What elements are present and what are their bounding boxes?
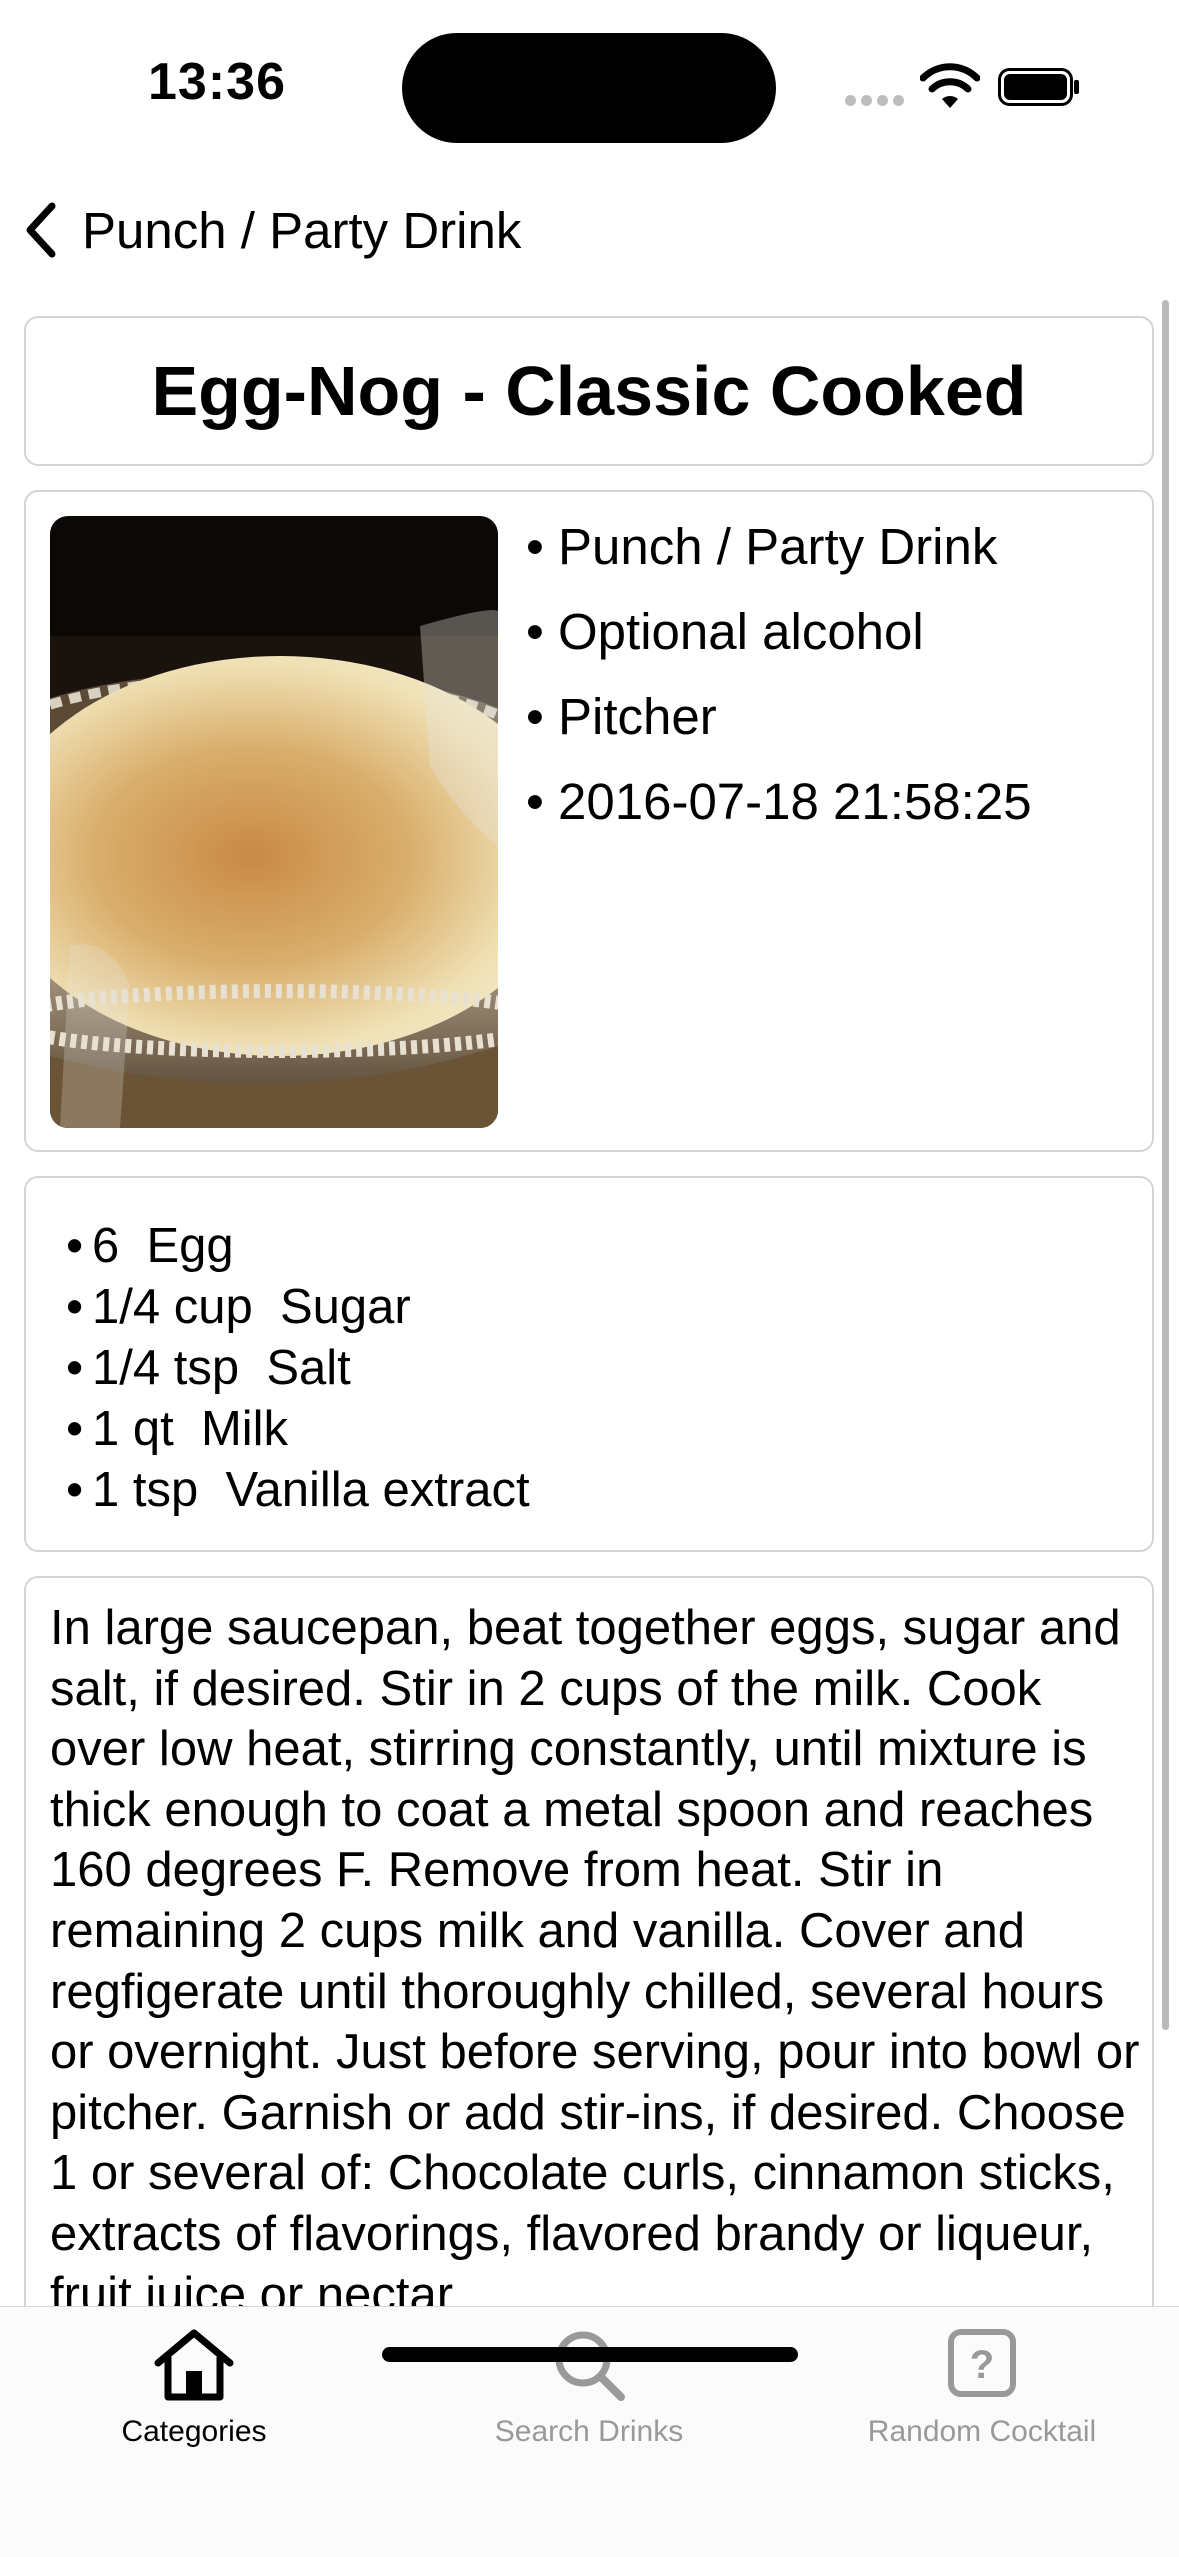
svg-text:?: ?: [970, 2343, 994, 2387]
instructions-text: In large saucepan, beat together eggs, s…: [50, 1601, 1140, 2306]
house-icon: [154, 2329, 234, 2401]
info-card: • Punch / Party Drink • Optional alcohol •…: [24, 490, 1154, 1152]
drink-detail-scroll[interactable]: Egg-Nog - Classic Cooked • Punch / Party…: [0, 310, 1179, 2306]
tab-bar: Categories Search Drinks ? Random Cockta…: [0, 2306, 1179, 2557]
meta-alcoholic: • Optional alcohol: [526, 603, 924, 660]
ingredients-list: • 6 Egg • 1/4 cup Sugar • 1/4 tsp Salt • 1 q…: [66, 1216, 530, 1521]
drink-photo: [50, 516, 498, 1128]
chevron-left-icon: [26, 202, 56, 258]
meta-date-modified: • 2016-07-18 21:58:25: [526, 773, 1032, 830]
ingredient-item: • 6 Egg: [66, 1219, 234, 1273]
tab-label: Search Drinks: [494, 2415, 684, 2448]
wifi-icon: [920, 63, 980, 108]
ingredients-card: • 6 Egg • 1/4 cup Sugar • 1/4 tsp Salt • 1 q…: [24, 1176, 1154, 1552]
drink-title: Egg-Nog - Classic Cooked: [151, 352, 1027, 430]
title-card: Egg-Nog - Classic Cooked: [24, 316, 1154, 466]
battery-icon: [998, 68, 1079, 106]
home-indicator[interactable]: [382, 2347, 798, 2362]
back-button-label: Punch / Party Drink: [82, 201, 522, 259]
back-button[interactable]: Punch / Party Drink: [20, 180, 521, 280]
meta-category: • Punch / Party Drink: [526, 518, 998, 575]
tab-search-drinks[interactable]: Search Drinks: [439, 2307, 739, 2457]
dynamic-island: [402, 33, 776, 143]
ingredient-item: • 1/4 cup Sugar: [66, 1280, 411, 1334]
ingredient-item: • 1 qt Milk: [66, 1402, 289, 1456]
question-square-icon: ?: [948, 2329, 1016, 2397]
navigation-bar: Punch / Party Drink: [0, 180, 1179, 280]
tab-categories[interactable]: Categories: [44, 2307, 344, 2457]
tab-label: Random Cocktail: [867, 2415, 1097, 2448]
ingredient-item: • 1 tsp Vanilla extract: [66, 1463, 530, 1517]
tab-random-cocktail[interactable]: ? Random Cocktail: [832, 2307, 1132, 2457]
cellular-signal-icon: [845, 95, 905, 107]
scroll-indicator[interactable]: [1162, 300, 1169, 2030]
drink-image: [50, 516, 498, 1128]
meta-glass: • Pitcher: [526, 688, 717, 745]
status-time: 13:36: [148, 53, 286, 111]
drink-meta-list: • Punch / Party Drink • Optional alcohol •…: [526, 504, 1032, 844]
magnifier-icon: [555, 2331, 625, 2401]
ingredient-item: • 1/4 tsp Salt: [66, 1341, 351, 1395]
instructions-card: In large saucepan, beat together eggs, s…: [24, 1576, 1154, 2306]
tab-label: Categories: [121, 2415, 267, 2448]
status-bar: 13:36: [0, 0, 1179, 170]
